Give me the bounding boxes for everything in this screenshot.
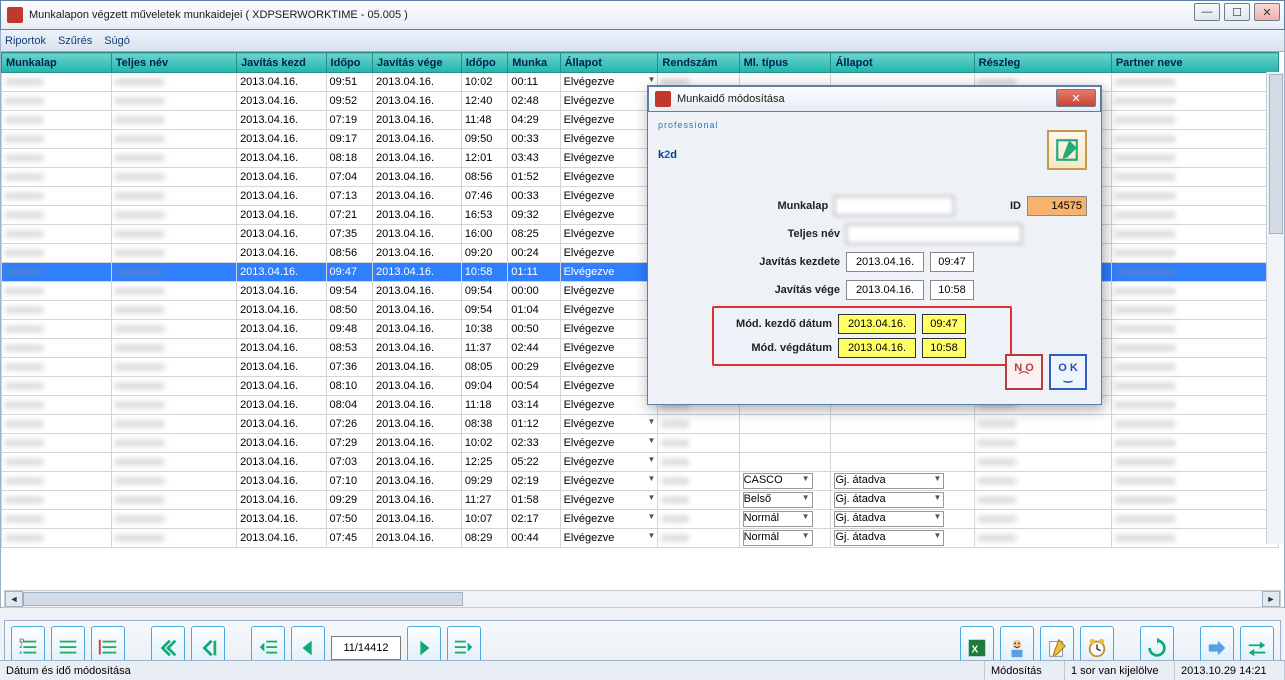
hscroll-thumb[interactable] xyxy=(23,592,463,606)
main-titlebar: Munkalapon végzett műveletek munkaidejei… xyxy=(0,0,1285,30)
lbl-id: ID xyxy=(954,200,1027,212)
col-header[interactable]: Időpo xyxy=(326,53,372,73)
menu-sugo[interactable]: Súgó xyxy=(104,35,130,47)
vege-time[interactable] xyxy=(930,280,974,300)
col-header[interactable]: Részleg xyxy=(974,53,1111,73)
svg-text:X: X xyxy=(972,645,979,656)
dialog-no-button[interactable]: N O⌒ xyxy=(1005,354,1043,390)
nev-field[interactable] xyxy=(846,224,1022,244)
munkalap-field[interactable] xyxy=(834,196,954,216)
table-row[interactable]: xxxxxxxxxxxxxxxx2013.04.16.07:502013.04.… xyxy=(2,510,1279,529)
window-title: Munkalapon végzett műveletek munkaidejei… xyxy=(29,9,1278,21)
scroll-right-arrow[interactable]: ► xyxy=(1262,591,1280,607)
mod-vege-time[interactable] xyxy=(922,338,966,358)
lbl-munkalap: Munkalap xyxy=(718,200,834,212)
svg-text:?: ? xyxy=(19,637,25,648)
table-row[interactable]: xxxxxxxxxxxxxxxx2013.04.16.07:292013.04.… xyxy=(2,434,1279,453)
status-selection: 1 sor van kijelölve xyxy=(1065,661,1175,680)
table-row[interactable]: xxxxxxxxxxxxxxxx2013.04.16.07:452013.04.… xyxy=(2,529,1279,548)
vege-date[interactable] xyxy=(846,280,924,300)
close-button[interactable]: ✕ xyxy=(1254,3,1280,21)
mod-vege-date[interactable] xyxy=(838,338,916,358)
col-header[interactable]: Állapot xyxy=(560,53,658,73)
col-header[interactable]: Állapot xyxy=(831,53,974,73)
lbl-kezd: Javítás kezdete xyxy=(718,256,846,268)
mod-kezd-date[interactable] xyxy=(838,314,916,334)
col-header[interactable]: Partner neve xyxy=(1111,53,1278,73)
lbl-mod-kezd: Mód. kezdő dátum xyxy=(720,318,838,330)
horizontal-scrollbar[interactable]: ◄ ► xyxy=(4,590,1281,608)
app-icon xyxy=(7,7,23,23)
lbl-vege: Javítás vége xyxy=(718,284,846,296)
statusbar: Dátum és idő módosítása Módosítás 1 sor … xyxy=(0,660,1285,680)
lbl-mod-vege: Mód. végdátum xyxy=(720,342,838,354)
lbl-nev: Teljes név xyxy=(718,228,846,240)
pager-display[interactable]: 11/14412 xyxy=(331,636,401,660)
dialog-close-button[interactable]: ✕ xyxy=(1056,89,1096,107)
table-row[interactable]: xxxxxxxxxxxxxxxx2013.04.16.07:262013.04.… xyxy=(2,415,1279,434)
kezd-time[interactable] xyxy=(930,252,974,272)
col-header[interactable]: Ml. típus xyxy=(739,53,831,73)
col-header[interactable]: Teljes név xyxy=(111,53,236,73)
id-field[interactable] xyxy=(1027,196,1087,216)
col-header[interactable]: Javítás kezd xyxy=(237,53,326,73)
col-header[interactable]: Munkalap xyxy=(2,53,112,73)
minimize-button[interactable]: — xyxy=(1194,3,1220,21)
table-row[interactable]: xxxxxxxxxxxxxxxx2013.04.16.07:102013.04.… xyxy=(2,472,1279,491)
dialog-ok-button[interactable]: O K‿ xyxy=(1049,354,1087,390)
table-row[interactable]: xxxxxxxxxxxxxxxx2013.04.16.07:032013.04.… xyxy=(2,453,1279,472)
table-row[interactable]: xxxxxxxxxxxxxxxx2013.04.16.09:292013.04.… xyxy=(2,491,1279,510)
dialog-icon xyxy=(655,91,671,107)
dialog-title: Munkaidő módosítása xyxy=(677,93,1094,105)
maximize-button[interactable]: ☐ xyxy=(1224,3,1250,21)
menu-szures[interactable]: Szűrés xyxy=(58,35,92,47)
highlight-box: Mód. kezdő dátum Mód. végdátum xyxy=(712,306,1012,366)
col-header[interactable]: Időpo xyxy=(461,53,507,73)
k2d-logo: professional k2d xyxy=(658,120,719,171)
col-header[interactable]: Munka xyxy=(508,53,560,73)
col-header[interactable]: Rendszám xyxy=(658,53,739,73)
mod-kezd-time[interactable] xyxy=(922,314,966,334)
scroll-left-arrow[interactable]: ◄ xyxy=(5,591,23,607)
edit-dialog: Munkaidő módosítása ✕ professional k2d M… xyxy=(647,85,1102,405)
col-header[interactable]: Javítás vége xyxy=(373,53,462,73)
dialog-edit-icon-button[interactable] xyxy=(1047,130,1087,170)
kezd-date[interactable] xyxy=(846,252,924,272)
menubar: Riportok Szűrés Súgó xyxy=(0,30,1285,52)
status-mode: Módosítás xyxy=(985,661,1065,680)
status-left: Dátum és idő módosítása xyxy=(0,661,985,680)
vertical-scrollbar[interactable] xyxy=(1266,72,1284,544)
status-datetime: 2013.10.29 14:21 xyxy=(1175,661,1285,680)
menu-riportok[interactable]: Riportok xyxy=(5,35,46,47)
